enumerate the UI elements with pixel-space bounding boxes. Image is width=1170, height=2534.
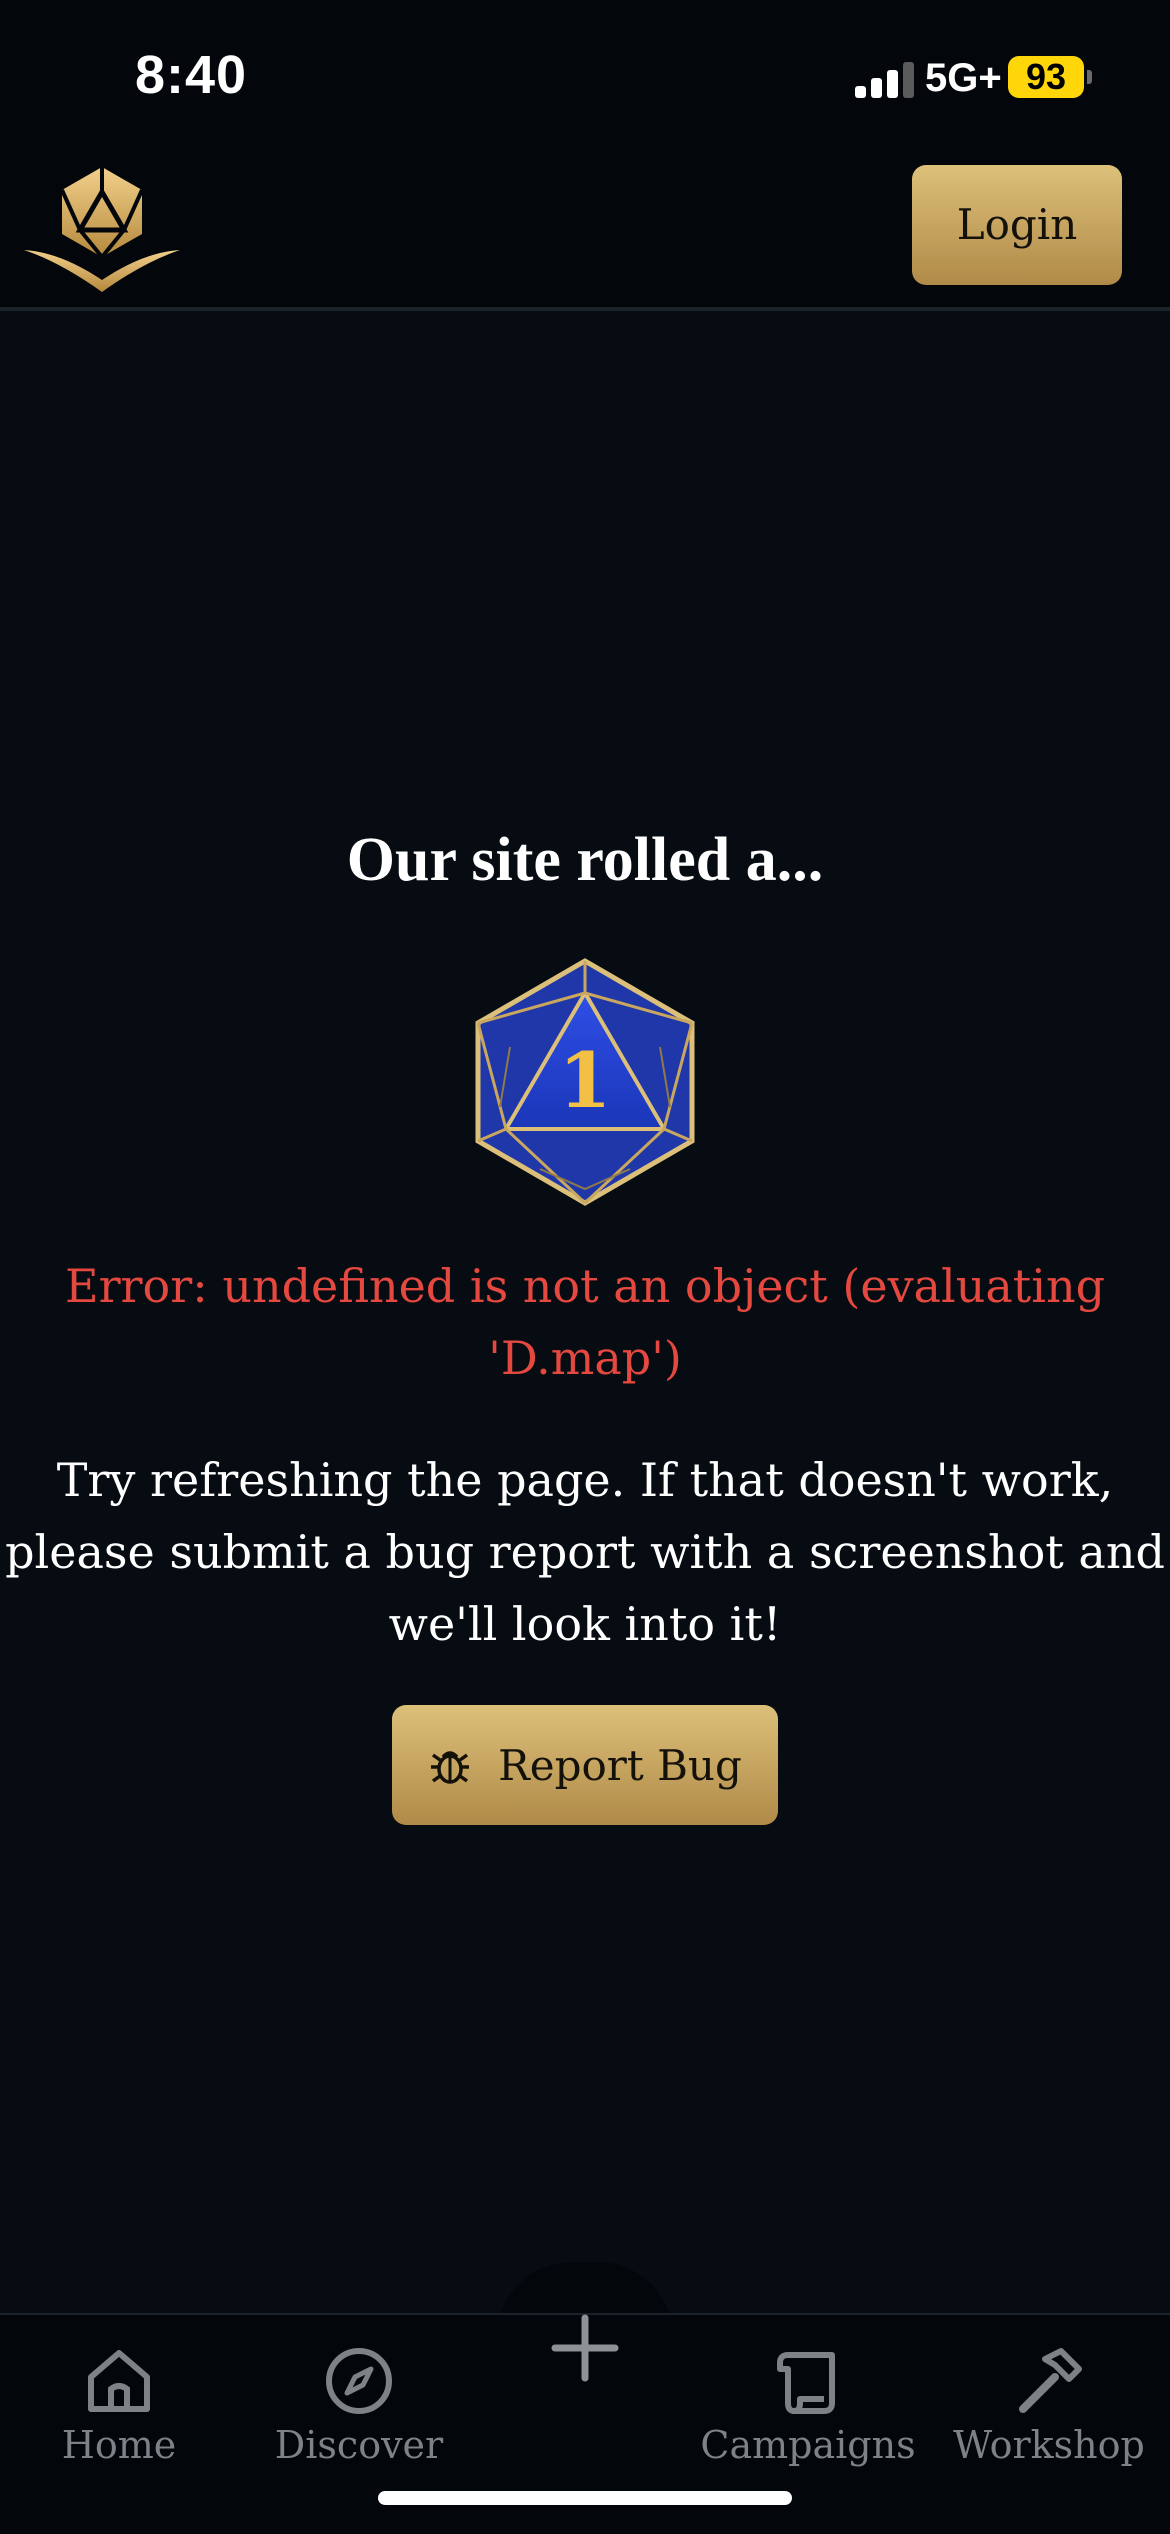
nav-item-campaigns[interactable]: Campaigns bbox=[691, 2315, 925, 2475]
die-face-value: 1 bbox=[559, 1036, 612, 1125]
login-button[interactable]: Login bbox=[912, 165, 1122, 285]
error-message: Error: undefined is not an object (evalu… bbox=[64, 1259, 1106, 1385]
nav-label-home: Home bbox=[61, 2423, 177, 2467]
report-bug-button[interactable]: Report Bug bbox=[392, 1705, 778, 1825]
nav-label-workshop: Workshop bbox=[953, 2423, 1145, 2467]
home-indicator bbox=[378, 2491, 792, 2505]
status-bar: 8:40 5G+ 93 bbox=[0, 0, 1170, 150]
home-icon bbox=[88, 2350, 150, 2412]
nav-item-home[interactable]: Home bbox=[2, 2315, 236, 2475]
hammer-icon bbox=[1019, 2348, 1082, 2413]
bug-icon bbox=[431, 1751, 470, 1784]
network-type: 5G+ bbox=[925, 56, 1002, 100]
battery-level: 93 bbox=[1008, 56, 1084, 98]
report-bug-label: Report Bug bbox=[498, 1740, 742, 1790]
logo-icon[interactable] bbox=[20, 162, 184, 292]
nav-item-workshop[interactable]: Workshop bbox=[932, 2315, 1166, 2475]
battery-tip bbox=[1087, 70, 1092, 84]
scroll-icon bbox=[777, 2352, 835, 2414]
plus-icon[interactable] bbox=[545, 2308, 625, 2388]
d20-die-icon: 1 bbox=[475, 958, 695, 1206]
nav-item-discover[interactable]: Discover bbox=[242, 2315, 476, 2475]
nav-label-campaigns: Campaigns bbox=[700, 2423, 916, 2467]
nav-label-discover: Discover bbox=[274, 2423, 444, 2467]
app-header: Login bbox=[0, 150, 1170, 311]
compass-icon bbox=[326, 2348, 392, 2414]
status-time: 8:40 bbox=[135, 45, 248, 105]
help-text: Try refreshing the page. If that doesn't… bbox=[5, 1453, 1165, 1651]
page-title: Our site rolled a... bbox=[346, 826, 824, 894]
cellular-signal-icon bbox=[855, 62, 917, 98]
